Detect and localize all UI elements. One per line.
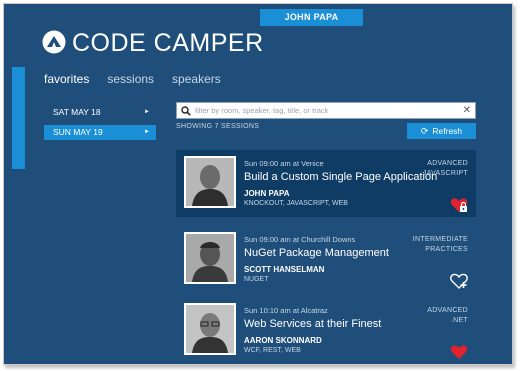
speaker-photo <box>184 232 236 284</box>
refresh-button[interactable]: ⟳ Refresh <box>407 123 476 139</box>
accent-bar <box>12 67 25 169</box>
track-label: JAVASCRIPT <box>422 170 468 177</box>
session-speaker[interactable]: SCOTT HANSELMAN <box>244 265 324 274</box>
session-meta: Sun 09:00 am at Venice <box>244 159 324 168</box>
level-label: ADVANCED <box>427 160 468 167</box>
level-label: INTERMEDIATE <box>412 236 468 243</box>
session-tags: NUGET <box>244 276 269 283</box>
day-label: SAT MAY 18 <box>53 107 101 117</box>
arrow-right-icon: ► <box>144 129 150 135</box>
heart-add-icon[interactable] <box>450 272 468 290</box>
session-card[interactable]: Sun 09:00 am at Venice Build a Custom Si… <box>176 150 476 217</box>
speaker-photo <box>184 303 236 355</box>
level-label: ADVANCED <box>427 307 468 314</box>
user-tab[interactable]: JOHN PAPA <box>260 9 363 26</box>
nav-speakers[interactable]: speakers <box>172 71 221 87</box>
session-tags: KNOCKOUT, JAVASCRIPT, WEB <box>244 200 348 207</box>
session-level: ADVANCED .NET <box>398 306 468 326</box>
speaker-avatar-icon <box>186 158 234 206</box>
session-title[interactable]: Web Services at their Finest <box>244 318 381 330</box>
clear-icon[interactable]: ✕ <box>463 104 471 117</box>
session-speaker[interactable]: AARON SKONNARD <box>244 336 322 345</box>
day-sun-may-19[interactable]: SUN MAY 19 ► <box>44 125 156 140</box>
track-label: .NET <box>450 317 468 324</box>
tent-logo-icon <box>42 30 66 54</box>
session-card[interactable]: Sun 09:00 am at Churchill Downs NuGet Pa… <box>176 226 476 293</box>
nav-favorites[interactable]: favorites <box>44 71 89 87</box>
nav-sessions[interactable]: sessions <box>107 71 154 87</box>
search-input[interactable] <box>195 104 457 117</box>
heart-lock-icon[interactable] <box>450 196 468 214</box>
main-nav: favorites sessions speakers <box>44 71 221 87</box>
track-label: PRACTICES <box>425 246 468 253</box>
refresh-icon: ⟳ <box>420 126 429 136</box>
session-level: INTERMEDIATE PRACTICES <box>398 235 468 255</box>
session-speaker[interactable]: JOHN PAPA <box>244 189 290 198</box>
arrow-right-icon: ► <box>144 109 150 115</box>
session-level: ADVANCED JAVASCRIPT <box>398 159 468 179</box>
session-tags: WCF, REST, WEB <box>244 347 301 354</box>
search-icon <box>181 106 191 116</box>
app-window: JOHN PAPA CODE CAMPER favorites sessions… <box>3 3 513 365</box>
session-meta: Sun 09:00 am at Churchill Downs <box>244 235 356 244</box>
app-title: CODE CAMPER <box>72 29 264 57</box>
day-label: SUN MAY 19 <box>53 127 103 137</box>
heart-icon[interactable] <box>450 343 468 361</box>
speaker-avatar-icon <box>186 234 234 282</box>
search-box: ✕ <box>176 102 476 119</box>
speaker-photo <box>184 156 236 208</box>
session-title[interactable]: NuGet Package Management <box>244 247 389 259</box>
session-card[interactable]: Sun 10:10 am at Alcatraz Web Services at… <box>176 297 476 364</box>
session-meta: Sun 10:10 am at Alcatraz <box>244 306 328 315</box>
day-sat-may-18[interactable]: SAT MAY 18 ► <box>44 105 156 120</box>
speaker-avatar-icon <box>186 305 234 353</box>
refresh-label: Refresh <box>432 126 463 136</box>
session-count: SHOWING 7 SESSIONS <box>176 123 260 130</box>
